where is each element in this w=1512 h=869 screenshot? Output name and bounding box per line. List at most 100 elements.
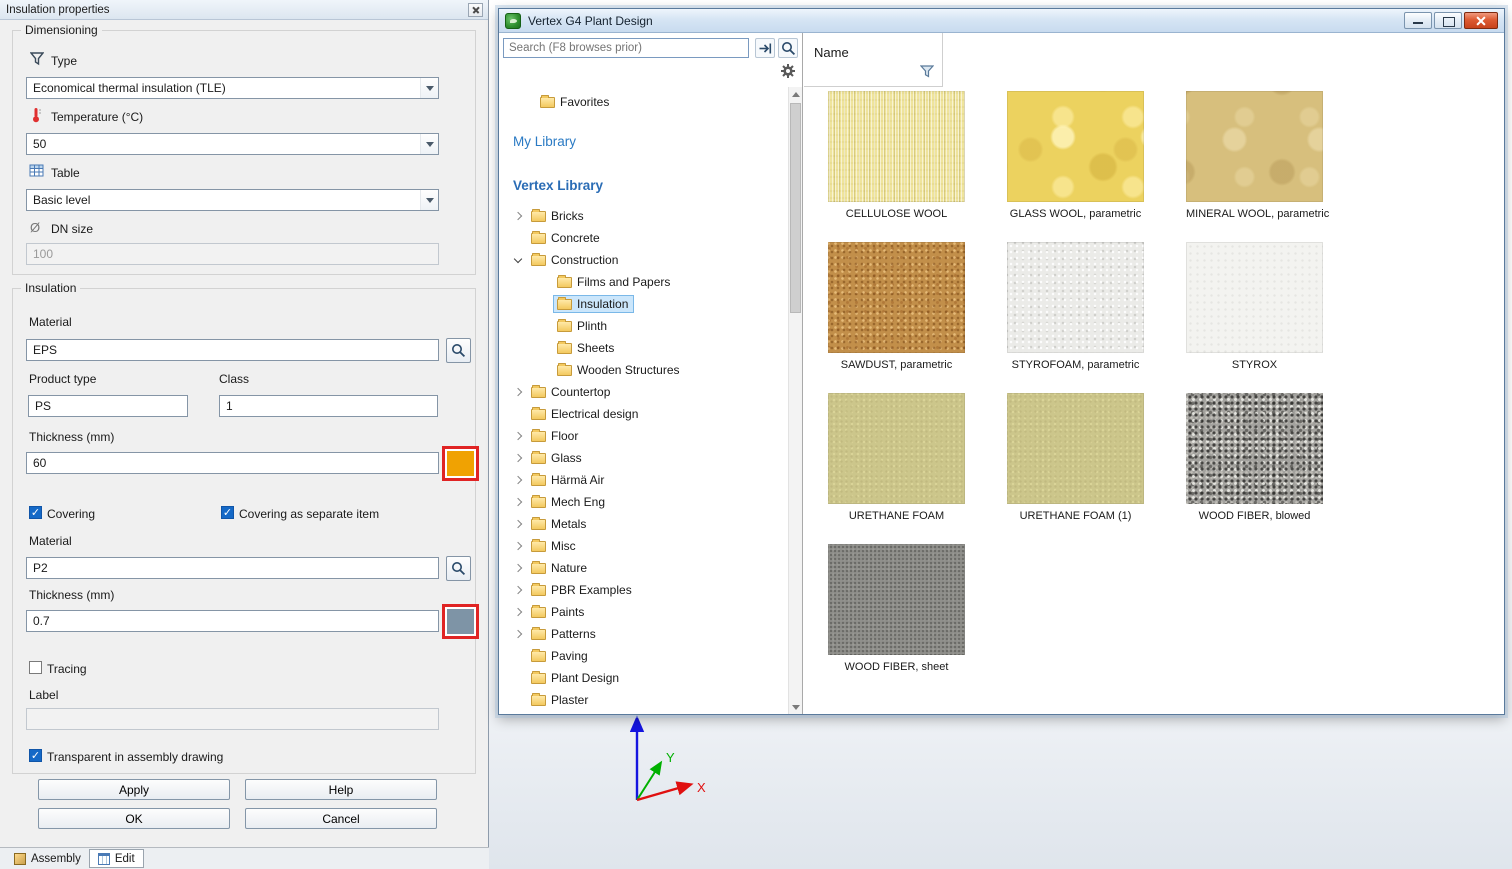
transparent-checkbox[interactable] (29, 749, 42, 762)
material-thumbnail[interactable] (1186, 393, 1323, 504)
go-search-button[interactable] (755, 38, 775, 58)
covering-color-button[interactable] (442, 604, 479, 639)
apply-button[interactable]: Apply (38, 779, 230, 800)
material-item-glass-wool-parametric[interactable]: GLASS WOOL, parametric (1007, 91, 1144, 220)
dialog-close-button[interactable] (468, 3, 483, 17)
name-column-header[interactable]: Name (804, 33, 943, 87)
tree-item-glass[interactable]: Glass (499, 447, 787, 469)
tree-item-plant-design[interactable]: Plant Design (499, 667, 787, 689)
tree-item-favorites[interactable]: Favorites (499, 91, 787, 113)
tree-item-bricks[interactable]: Bricks (499, 205, 787, 227)
covering-thickness-input[interactable] (26, 610, 439, 632)
material-thumbnail[interactable] (1186, 242, 1323, 353)
chevron-down-icon[interactable] (511, 252, 527, 268)
tree-item-core[interactable]: Plant Design (527, 669, 625, 687)
product-type-input[interactable] (28, 395, 188, 417)
chevron-right-icon[interactable] (511, 450, 527, 466)
chevron-right-icon[interactable] (511, 516, 527, 532)
tree-item-paints[interactable]: Paints (499, 601, 787, 623)
tree-item-core[interactable]: Patterns (527, 625, 602, 643)
tree-item-core[interactable]: Floor (527, 427, 584, 445)
scroll-down-arrow[interactable] (789, 700, 802, 714)
tree-scrollbar[interactable] (788, 87, 802, 714)
table-combobox-chevron-down-icon[interactable] (420, 190, 438, 210)
maximize-button[interactable] (1434, 12, 1462, 29)
tree-item-core[interactable]: Plaster (527, 691, 594, 709)
material-search-button[interactable] (446, 338, 471, 363)
filter-funnel-icon[interactable] (920, 65, 934, 81)
material-thumbnail[interactable] (828, 544, 965, 655)
tree-item-core[interactable]: Plinth (553, 317, 613, 335)
my-library-header[interactable]: My Library (499, 131, 787, 153)
tree-item-nature[interactable]: Nature (499, 557, 787, 579)
tree-item-patterns[interactable]: Patterns (499, 623, 787, 645)
material-thumbnail[interactable] (828, 242, 965, 353)
material-thumbnail[interactable] (828, 91, 965, 202)
tree-item-sheets[interactable]: Sheets (499, 337, 787, 359)
covering-checkbox-label[interactable]: Covering (47, 507, 95, 521)
tree-item-plinth[interactable]: Plinth (499, 315, 787, 337)
tree-item-electrical-design[interactable]: Electrical design (499, 403, 787, 425)
tracing-checkbox-label[interactable]: Tracing (47, 662, 87, 676)
tree-item-core[interactable]: Films and Papers (553, 273, 676, 291)
chevron-right-icon[interactable] (511, 208, 527, 224)
chevron-right-icon[interactable] (511, 494, 527, 510)
material-item-styrofoam-parametric[interactable]: STYROFOAM, parametric (1007, 242, 1144, 371)
chevron-right-icon[interactable] (511, 582, 527, 598)
covering-separate-checkbox-label[interactable]: Covering as separate item (239, 507, 379, 521)
covering-separate-checkbox[interactable] (221, 506, 234, 519)
tree-item-core[interactable]: Construction (527, 251, 624, 269)
ok-button[interactable]: OK (38, 808, 230, 829)
tree-item-core[interactable]: Glass (527, 449, 588, 467)
tree-item-core[interactable]: Härmä Air (527, 471, 610, 489)
tab-assembly[interactable]: Assembly (6, 849, 89, 868)
chevron-right-icon[interactable] (511, 472, 527, 488)
temperature-combobox[interactable]: 50 (26, 133, 439, 155)
tree-item-paving[interactable]: Paving (499, 645, 787, 667)
covering-checkbox[interactable] (29, 506, 42, 519)
tree-item-core[interactable]: Wooden Structures (553, 361, 686, 379)
tree-item-misc[interactable]: Misc (499, 535, 787, 557)
insulation-color-button[interactable] (442, 446, 479, 481)
tracing-checkbox[interactable] (29, 661, 42, 674)
vertex-library-header[interactable]: Vertex Library (499, 175, 787, 197)
chevron-right-icon[interactable] (511, 428, 527, 444)
search-input[interactable] (503, 38, 749, 58)
chevron-right-icon[interactable] (511, 560, 527, 576)
tree-item-h-rm-air[interactable]: Härmä Air (499, 469, 787, 491)
material-item-wood-fiber-sheet[interactable]: WOOD FIBER, sheet (828, 544, 965, 673)
covering-material-search-button[interactable] (446, 556, 471, 581)
tree-item-core[interactable]: Sheets (553, 339, 620, 357)
tree-item-core[interactable]: Nature (527, 559, 593, 577)
material-thumbnail[interactable] (1186, 91, 1323, 202)
tab-edit[interactable]: Edit (89, 849, 144, 868)
vertex-titlebar[interactable]: Vertex G4 Plant Design (499, 9, 1504, 33)
tree-item-core[interactable]: Concrete (527, 229, 606, 247)
settings-gear-icon[interactable] (780, 63, 796, 79)
chevron-right-icon[interactable] (511, 538, 527, 554)
tree-item-floor[interactable]: Floor (499, 425, 787, 447)
tree-item-pbr-examples[interactable]: PBR Examples (499, 579, 787, 601)
class-input[interactable] (219, 395, 438, 417)
tree-item-insulation[interactable]: Insulation (499, 293, 787, 315)
type-combobox-chevron-down-icon[interactable] (420, 78, 438, 98)
tree-item-core[interactable]: Insulation (553, 295, 634, 313)
tree-item-core[interactable]: Paints (527, 603, 590, 621)
dialog-titlebar[interactable]: Insulation properties (0, 0, 488, 20)
tree-item-core[interactable]: PBR Examples (527, 581, 638, 599)
type-combobox[interactable]: Economical thermal insulation (TLE) (26, 77, 439, 99)
material-item-sawdust-parametric[interactable]: SAWDUST, parametric (828, 242, 965, 371)
tree-item-core[interactable]: Metals (527, 515, 592, 533)
close-button[interactable] (1464, 12, 1498, 29)
scrollbar-thumb[interactable] (790, 103, 801, 313)
material-item-styrox[interactable]: STYROX (1186, 242, 1323, 371)
material-thumbnail[interactable] (1007, 242, 1144, 353)
material-item-wood-fiber-blowed[interactable]: WOOD FIBER, blowed (1186, 393, 1323, 522)
tree-item-films-and-papers[interactable]: Films and Papers (499, 271, 787, 293)
transparent-checkbox-label[interactable]: Transparent in assembly drawing (47, 750, 223, 764)
tree-item-construction[interactable]: Construction (499, 249, 787, 271)
help-button[interactable]: Help (245, 779, 437, 800)
tree-item-concrete[interactable]: Concrete (499, 227, 787, 249)
tree-item-mech-eng[interactable]: Mech Eng (499, 491, 787, 513)
tree-item-core[interactable]: Paving (527, 647, 594, 665)
